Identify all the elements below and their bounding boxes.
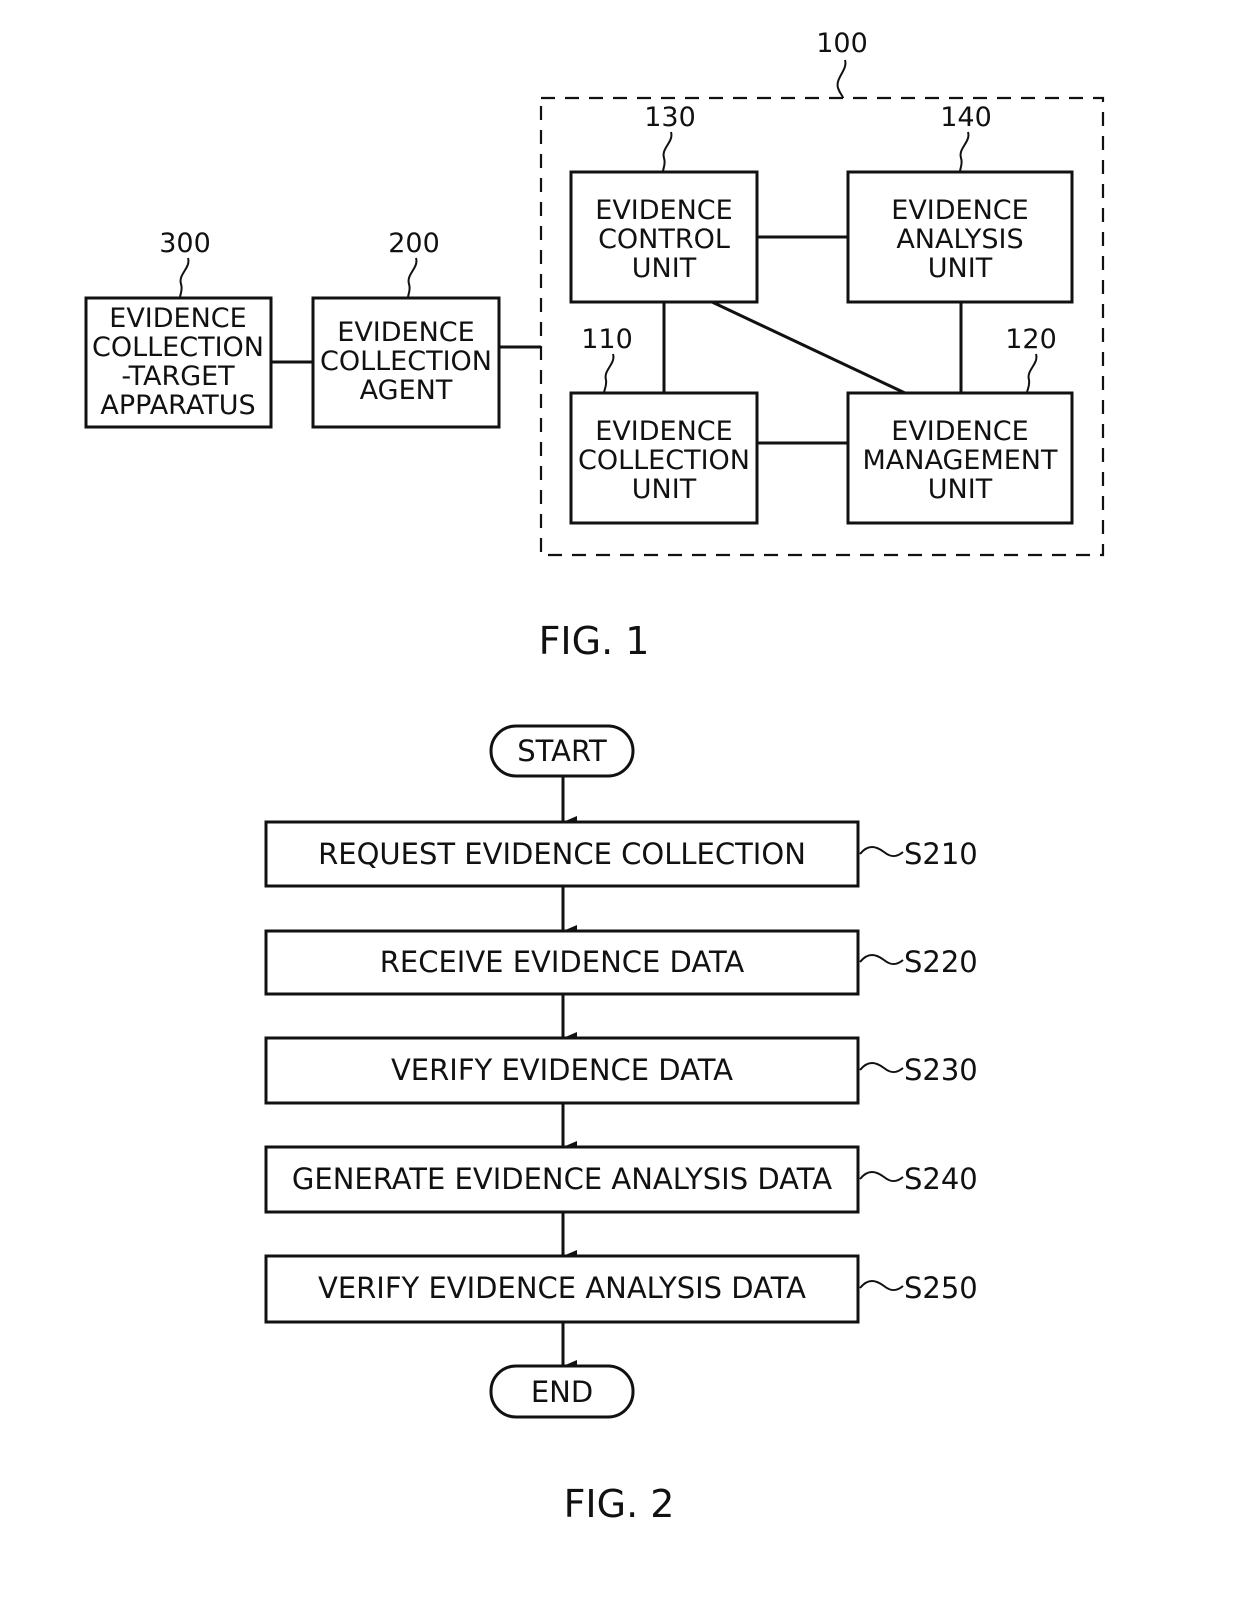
ref-300: 300	[159, 228, 211, 259]
system-100-ref: 100	[816, 28, 868, 59]
step-s220: RECEIVE EVIDENCE DATA S220	[264, 929, 978, 996]
start-label: START	[517, 734, 607, 768]
block-label-line: UNIT	[632, 474, 697, 505]
step-label: VERIFY EVIDENCE ANALYSIS DATA	[318, 1271, 806, 1305]
ref-110: 110	[581, 324, 633, 355]
step-ref: S210	[904, 837, 978, 871]
leader-200	[407, 257, 418, 299]
block-label-line: EVIDENCE	[109, 303, 246, 334]
block-label-line: ANALYSIS	[896, 224, 1023, 255]
step-s230: VERIFY EVIDENCE DATA S230	[264, 1036, 978, 1105]
patent-figures: 100 300 EVIDENCE COLLECTION -TARGET APPA…	[84, 28, 1105, 1526]
step-s250: VERIFY EVIDENCE ANALYSIS DATA S250	[264, 1254, 978, 1324]
step-label: REQUEST EVIDENCE COLLECTION	[318, 837, 806, 871]
block-evidence-control-unit: 130 EVIDENCE CONTROL UNIT	[569, 102, 759, 304]
block-label-line: MANAGEMENT	[863, 445, 1058, 476]
system-100-leader	[836, 59, 847, 99]
block-label-line: COLLECTION	[578, 445, 750, 476]
block-label-line: EVIDENCE	[891, 195, 1028, 226]
block-label-line: EVIDENCE	[595, 416, 732, 447]
step-ref-tilde	[859, 1171, 904, 1183]
block-label-line: -TARGET	[121, 361, 235, 392]
step-ref: S230	[904, 1053, 978, 1087]
block-label-line: EVIDENCE	[337, 317, 474, 348]
connector-control-management	[711, 300, 906, 395]
leader-300	[179, 257, 190, 299]
step-s240: GENERATE EVIDENCE ANALYSIS DATA S240	[264, 1145, 978, 1214]
step-ref-tilde	[859, 1062, 904, 1074]
ref-130: 130	[644, 102, 696, 133]
leader-110	[603, 353, 615, 394]
fig2-caption: FIG. 2	[564, 1482, 675, 1526]
block-label-line: CONTROL	[598, 224, 730, 255]
block-label-line: COLLECTION	[320, 346, 492, 377]
step-label: VERIFY EVIDENCE DATA	[391, 1053, 733, 1087]
fig1-caption: FIG. 1	[539, 619, 650, 663]
step-ref: S250	[904, 1271, 978, 1305]
step-ref: S240	[904, 1162, 978, 1196]
block-label-line: UNIT	[928, 474, 993, 505]
block-label-line: EVIDENCE	[891, 416, 1028, 447]
block-label-line: UNIT	[928, 253, 993, 284]
step-ref-tilde	[859, 954, 904, 966]
ref-140: 140	[940, 102, 992, 133]
step-ref-tilde	[859, 1280, 904, 1292]
step-s210: REQUEST EVIDENCE COLLECTION S210	[264, 820, 978, 888]
block-evidence-analysis-unit: 140 EVIDENCE ANALYSIS UNIT	[846, 102, 1074, 304]
block-label-line: AGENT	[360, 375, 453, 406]
fig1-diagram: 100 300 EVIDENCE COLLECTION -TARGET APPA…	[84, 28, 1105, 663]
step-ref-tilde	[859, 846, 904, 858]
step-label: RECEIVE EVIDENCE DATA	[380, 945, 745, 979]
leader-120	[1026, 353, 1038, 394]
leader-130	[662, 131, 673, 173]
fig2-flowchart: START REQUEST EVIDENCE COLLECTION S210 R…	[264, 724, 978, 1526]
block-label-line: EVIDENCE	[595, 195, 732, 226]
block-label-line: UNIT	[632, 253, 697, 284]
block-evidence-collection-agent: 200 EVIDENCE COLLECTION AGENT	[311, 228, 501, 429]
block-label-line: APPARATUS	[100, 390, 255, 421]
leader-140	[959, 131, 970, 173]
block-evidence-collection-target-apparatus: 300 EVIDENCE COLLECTION -TARGET APPARATU…	[84, 228, 273, 429]
step-label: GENERATE EVIDENCE ANALYSIS DATA	[292, 1162, 832, 1196]
ref-120: 120	[1005, 324, 1057, 355]
step-ref: S220	[904, 945, 978, 979]
end-label: END	[531, 1375, 593, 1409]
end-terminal: END	[489, 1364, 635, 1419]
start-terminal: START	[489, 724, 635, 778]
ref-200: 200	[388, 228, 440, 259]
block-label-line: COLLECTION	[92, 332, 264, 363]
